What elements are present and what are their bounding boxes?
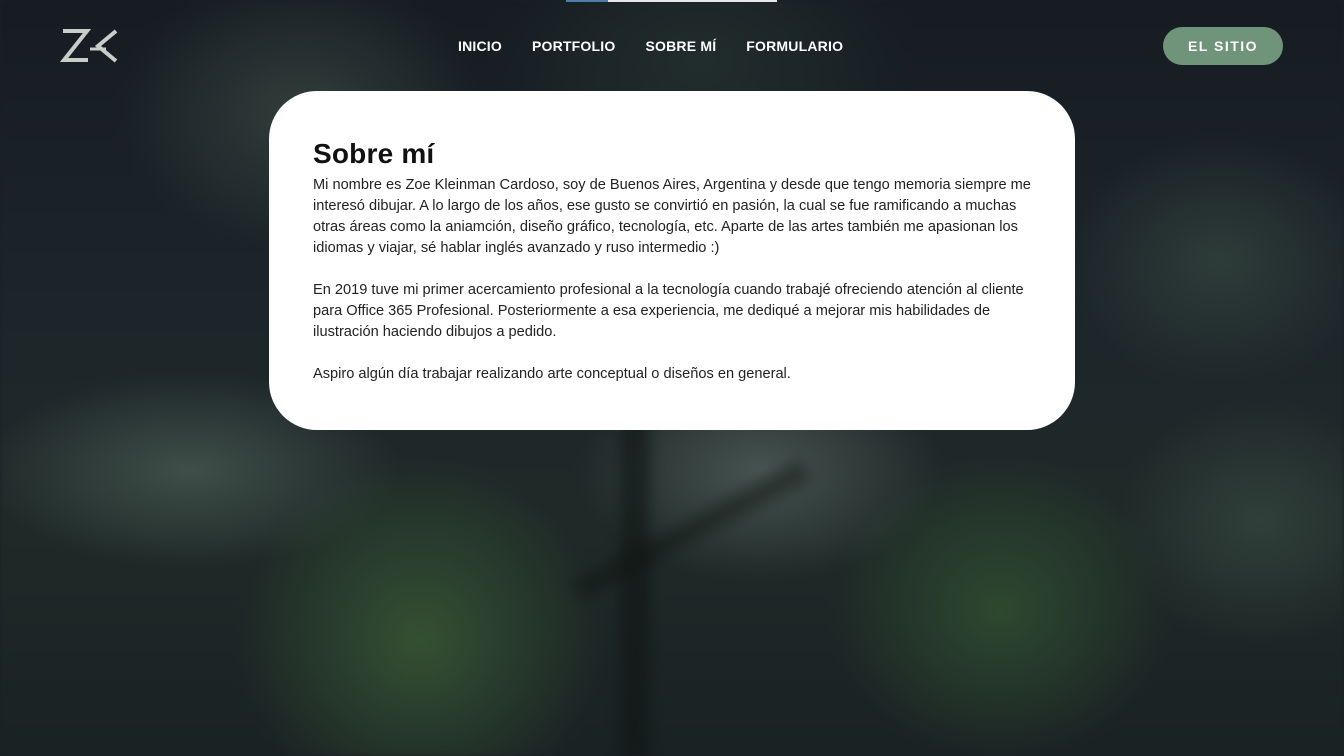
- about-paragraph-3: Aspiro algún día trabajar realizando art…: [313, 366, 791, 382]
- top-scroll-indicator-active: [566, 0, 608, 2]
- about-paragraph-2: En 2019 tuve mi primer acercamiento prof…: [313, 282, 1024, 340]
- el-sitio-button[interactable]: EL SITIO: [1163, 27, 1283, 65]
- nav-inicio[interactable]: INICIO: [458, 37, 502, 55]
- zk-logo-icon[interactable]: [59, 27, 118, 65]
- about-card: Sobre mí Mi nombre es Zoe Kleinman Cardo…: [269, 91, 1075, 430]
- nav-sobre-mi[interactable]: SOBRE MÍ: [645, 37, 716, 55]
- nav-formulario[interactable]: FORMULARIO: [746, 37, 843, 55]
- page-title: Sobre mí: [313, 138, 435, 169]
- about-paragraph-1: Mi nombre es Zoe Kleinman Cardoso, soy d…: [313, 177, 1031, 256]
- nav-portfolio[interactable]: PORTFOLIO: [532, 37, 615, 55]
- top-scroll-indicator: [566, 0, 777, 2]
- main-nav: INICIO PORTFOLIO SOBRE MÍ FORMULARIO: [458, 37, 873, 55]
